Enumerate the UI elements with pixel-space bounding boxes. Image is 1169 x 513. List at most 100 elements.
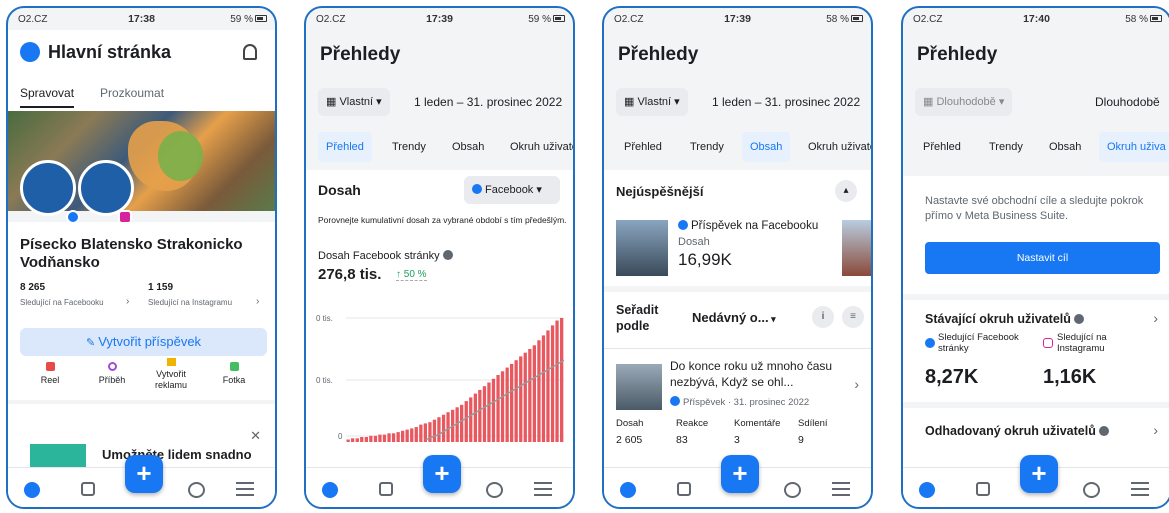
chat-icon[interactable] bbox=[784, 482, 801, 498]
tab-trends[interactable]: Trendy bbox=[682, 132, 732, 162]
menu-icon[interactable] bbox=[534, 482, 552, 500]
post-thumbnail[interactable] bbox=[616, 364, 662, 410]
feed-icon[interactable] bbox=[379, 482, 393, 496]
chart-bar bbox=[500, 371, 505, 442]
chevron-down-icon: ▾ bbox=[373, 96, 382, 108]
goal-text: Nastavte své obchodní cíle a sledujte po… bbox=[925, 195, 1144, 222]
action-create-ad[interactable]: Vytvořit reklamu bbox=[144, 358, 198, 391]
menu-icon[interactable] bbox=[1131, 482, 1149, 500]
metric-change: ↑ 50 % bbox=[396, 269, 427, 281]
feed-icon[interactable] bbox=[976, 482, 990, 496]
action-reel[interactable]: Reel bbox=[30, 362, 70, 385]
stat-label-comments: Komentáře bbox=[734, 418, 781, 429]
top-post-thumbnail[interactable] bbox=[616, 220, 668, 276]
chevron-right-icon[interactable]: › bbox=[1153, 422, 1158, 438]
chat-icon[interactable] bbox=[188, 482, 205, 498]
tab-audience[interactable]: Okruh uživate bbox=[800, 132, 871, 162]
tab-content[interactable]: Obsah bbox=[742, 132, 791, 162]
feed-icon[interactable] bbox=[81, 482, 95, 496]
tab-overview[interactable]: Přehled bbox=[318, 132, 372, 162]
battery-icon bbox=[851, 15, 863, 22]
action-story[interactable]: Příběh bbox=[90, 362, 134, 385]
tab-overview[interactable]: Přehled bbox=[616, 132, 670, 162]
action-photo[interactable]: Fotka bbox=[214, 362, 254, 385]
set-goal-button[interactable]: Nastavit cíl bbox=[925, 242, 1160, 274]
range-selector[interactable]: ▦ Vlastní ▾ bbox=[616, 88, 688, 116]
insights-tabs: Přehled Trendy Obsah Okruh uživa bbox=[911, 132, 1169, 164]
estimated-title-row[interactable]: Odhadovaný okruh uživatelů bbox=[925, 424, 1110, 438]
chart-bar bbox=[550, 325, 555, 442]
home-icon[interactable] bbox=[919, 482, 935, 498]
chevron-right-icon[interactable]: › bbox=[1153, 310, 1158, 326]
tab-audience[interactable]: Okruh uživate bbox=[502, 132, 573, 162]
info-icon[interactable] bbox=[442, 250, 453, 260]
tab-trends[interactable]: Trendy bbox=[981, 132, 1031, 162]
range-selector[interactable]: ▦ Dlouhodobě ▾ bbox=[915, 88, 1013, 116]
create-post-button[interactable]: ✎ Vytvořit příspěvek bbox=[20, 328, 267, 356]
battery-icon bbox=[1150, 15, 1162, 22]
home-icon[interactable] bbox=[24, 482, 40, 498]
fb-label: Sledující Facebook stránky bbox=[938, 332, 1019, 354]
chevron-right-icon[interactable]: › bbox=[854, 376, 859, 392]
close-icon[interactable]: ✕ bbox=[250, 428, 261, 444]
chart-bar bbox=[405, 429, 409, 442]
info-icon[interactable]: i bbox=[812, 306, 834, 328]
tab-trends[interactable]: Trendy bbox=[384, 132, 434, 162]
chevron-right-icon: › bbox=[126, 296, 130, 307]
plus-icon[interactable]: + bbox=[423, 455, 461, 493]
photo-icon bbox=[229, 362, 239, 371]
chart-bar bbox=[391, 433, 396, 442]
chart-bar bbox=[560, 318, 564, 442]
plus-icon[interactable]: + bbox=[125, 455, 163, 493]
chart-bar bbox=[382, 434, 387, 442]
chart-bar bbox=[496, 375, 500, 442]
chevron-down-icon: ▾ bbox=[671, 96, 680, 108]
date-range[interactable]: 1 leden – 31. prosinec 2022 bbox=[414, 95, 562, 109]
chart-bar bbox=[528, 349, 532, 442]
top-post-metric: Dosah bbox=[678, 236, 710, 248]
range-selector[interactable]: ▦ Vlastní ▾ bbox=[318, 88, 390, 116]
chat-icon[interactable] bbox=[486, 482, 503, 498]
stat-label-reach: Dosah bbox=[616, 418, 644, 429]
ig-followers-label[interactable]: Sledující na Instagramu bbox=[148, 298, 232, 307]
tab-explore[interactable]: Prozkoumat bbox=[100, 86, 164, 100]
menu-icon[interactable] bbox=[236, 482, 254, 500]
tab-audience[interactable]: Okruh uživa bbox=[1099, 132, 1169, 162]
fb-followers-label[interactable]: Sledující na Facebooku bbox=[20, 298, 104, 307]
plus-icon[interactable]: + bbox=[721, 455, 759, 493]
date-range[interactable]: 1 leden – 31. prosinec 2022 bbox=[712, 95, 860, 109]
profile-avatar-facebook[interactable] bbox=[20, 160, 76, 216]
menu-icon[interactable] bbox=[832, 482, 850, 500]
tab-overview[interactable]: Přehled bbox=[915, 132, 969, 162]
profile-avatar-instagram[interactable] bbox=[78, 160, 134, 216]
chart-bar bbox=[546, 330, 550, 442]
home-icon[interactable] bbox=[620, 482, 636, 498]
info-icon bbox=[1074, 314, 1085, 324]
next-post-thumbnail[interactable] bbox=[842, 220, 871, 276]
plus-icon[interactable]: + bbox=[1020, 455, 1058, 493]
fb-value: 8,27K bbox=[925, 366, 979, 388]
tab-content[interactable]: Obsah bbox=[1041, 132, 1089, 162]
audience-title-row[interactable]: Stávající okruh uživatelů bbox=[925, 312, 1085, 326]
platform-selector[interactable]: Facebook ▾ bbox=[464, 176, 560, 204]
insights-tabs: Přehled Trendy Obsah Okruh uživate bbox=[314, 132, 573, 164]
chart-bar bbox=[351, 438, 355, 442]
stat-label-reactions: Reakce bbox=[676, 418, 709, 429]
home-icon[interactable] bbox=[322, 482, 338, 498]
filter-icon[interactable]: ≡ bbox=[842, 306, 864, 328]
bell-icon[interactable] bbox=[243, 44, 257, 60]
top-post-type[interactable]: Příspěvek na Facebooku bbox=[678, 220, 818, 232]
chart-bar bbox=[437, 417, 441, 442]
metric-label: Dosah Facebook stránky bbox=[318, 250, 440, 262]
fb-followers-count: 8 265 bbox=[20, 282, 46, 293]
sort-selector[interactable]: Nedávný o... ▾ bbox=[692, 310, 776, 325]
chart-bar bbox=[505, 367, 509, 442]
tab-manage[interactable]: Spravovat bbox=[20, 86, 75, 108]
post-text[interactable]: Do konce roku už mnoho času nezbývá, Kdy… bbox=[670, 358, 850, 390]
top-post-value: 16,99K bbox=[678, 250, 732, 269]
tab-content[interactable]: Obsah bbox=[444, 132, 492, 162]
chat-icon[interactable] bbox=[1083, 482, 1100, 498]
chevron-up-icon[interactable]: ▴ bbox=[835, 180, 857, 202]
feed-icon[interactable] bbox=[677, 482, 691, 496]
status-bar: O2.CZ 17:39 59 % bbox=[306, 8, 573, 30]
